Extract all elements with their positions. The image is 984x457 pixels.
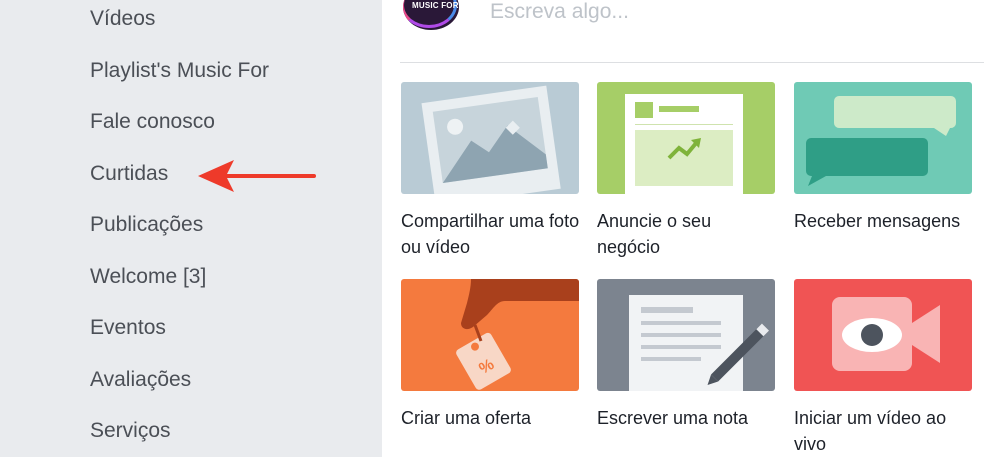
advertise-icon <box>597 82 775 194</box>
avatar-text: MUSIC FOR <box>412 1 459 10</box>
main-content: MUSIC FOR Escreva algo... Compartilhar u… <box>382 0 984 457</box>
page-sidebar: Vídeos Playlist's Music For Fale conosco… <box>0 0 382 457</box>
action-label: Criar uma oferta <box>401 408 532 428</box>
sidebar-item-videos[interactable]: Vídeos <box>90 7 155 31</box>
photo-icon <box>401 82 579 194</box>
note-icon <box>597 279 775 391</box>
sidebar-item-likes[interactable]: Curtidas <box>90 162 168 186</box>
red-arrow-icon <box>198 160 316 192</box>
divider <box>400 62 984 63</box>
live-video-icon <box>794 279 972 391</box>
sidebar-item-playlist[interactable]: Playlist's Music For <box>90 59 269 83</box>
page-avatar[interactable]: MUSIC FOR <box>403 0 459 30</box>
offer-tag-icon: % <box>401 279 579 391</box>
sidebar-item-posts[interactable]: Publicações <box>90 213 203 237</box>
action-label: Anuncie o seu negócio <box>597 211 712 257</box>
messages-icon <box>794 82 972 194</box>
action-label: Compartilhar uma foto ou vídeo <box>401 211 580 257</box>
sidebar-item-welcome[interactable]: Welcome [3] <box>90 265 206 289</box>
sidebar-item-events[interactable]: Eventos <box>90 316 166 340</box>
composer-input[interactable]: Escreva algo... <box>490 0 629 24</box>
sidebar-item-reviews[interactable]: Avaliações <box>90 368 191 392</box>
action-label: Iniciar um vídeo ao vivo <box>794 408 947 454</box>
sidebar-item-services[interactable]: Serviços <box>90 419 171 443</box>
action-label: Receber mensagens <box>794 211 961 231</box>
sidebar-item-contact[interactable]: Fale conosco <box>90 110 215 134</box>
action-label: Escrever uma nota <box>597 408 749 428</box>
